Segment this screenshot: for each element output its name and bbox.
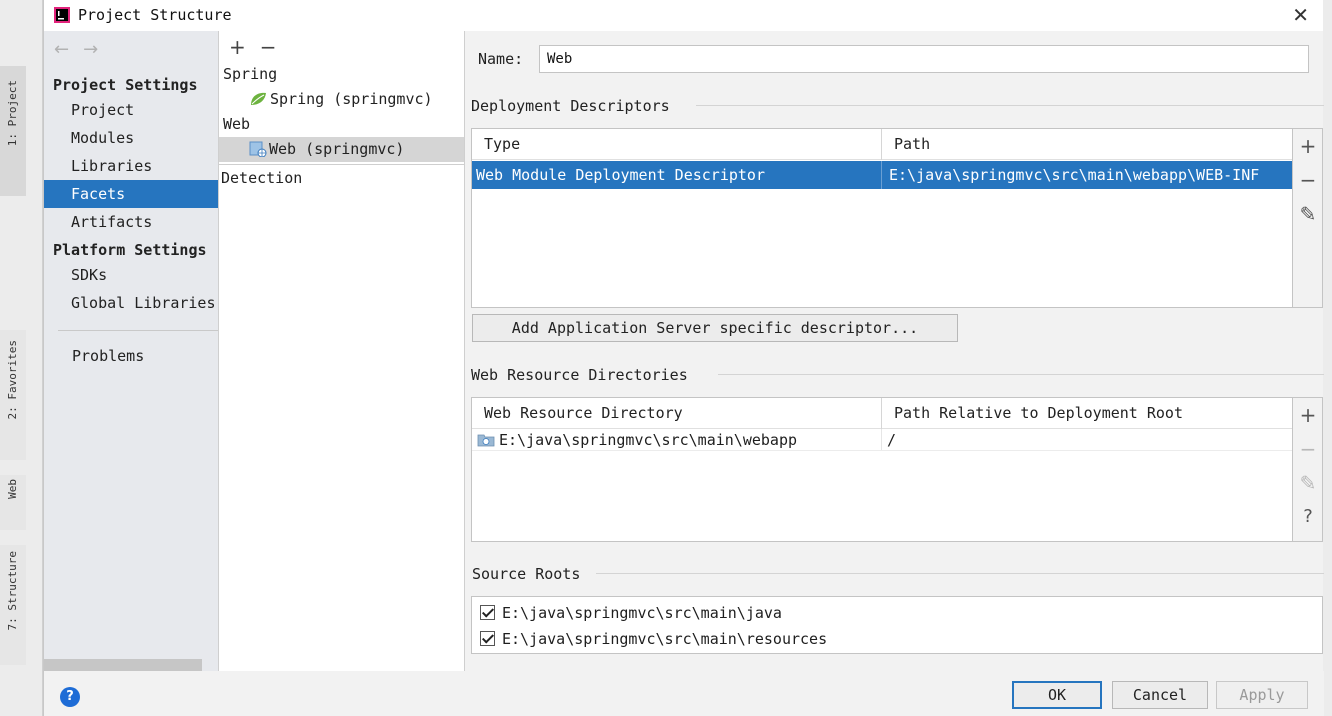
nav-item-libraries[interactable]: Libraries xyxy=(44,152,218,180)
facet-settings-panel: Name: Web Deployment Descriptors Type Pa… xyxy=(466,31,1324,671)
help-icon[interactable]: ? xyxy=(1293,502,1323,532)
forward-arrow-icon[interactable]: → xyxy=(83,39,98,60)
nav-header-platform-settings: Platform Settings xyxy=(53,241,207,259)
nav-item-problems[interactable]: Problems xyxy=(44,342,218,370)
nav-arrows: ← → xyxy=(54,39,112,60)
column-header-type[interactable]: Type xyxy=(472,129,520,160)
deployment-descriptors-toolbar: + − ✎ xyxy=(1293,128,1323,308)
tool-window-structure-label: 7: Structure xyxy=(6,551,19,631)
tree-item-spring-label: Spring (springmvc) xyxy=(270,90,433,108)
nav-item-global-libraries[interactable]: Global Libraries xyxy=(44,289,218,317)
descriptor-type-cell: Web Module Deployment Descriptor xyxy=(476,166,765,184)
table-header: Web Resource Directory Path Relative to … xyxy=(472,398,1292,429)
dialog-title: Project Structure xyxy=(78,6,232,24)
name-label: Name: xyxy=(478,50,524,68)
tree-group-web[interactable]: Web xyxy=(219,112,464,137)
nav-item-modules[interactable]: Modules xyxy=(44,124,218,152)
checkbox-checked-icon[interactable] xyxy=(480,631,495,646)
relative-path-cell: / xyxy=(887,431,897,449)
cancel-button[interactable]: Cancel xyxy=(1112,681,1208,709)
web-resource-directories-table: Web Resource Directory Path Relative to … xyxy=(471,397,1293,542)
nav-item-sdks[interactable]: SDKs xyxy=(44,261,218,289)
section-divider xyxy=(718,374,1324,375)
spring-leaf-icon xyxy=(251,92,266,105)
facets-tree: + − Spring Spring (springmvc) Web Web (sp… xyxy=(218,31,465,671)
help-icon[interactable]: ? xyxy=(60,687,80,707)
tool-window-favorites[interactable]: 2: Favorites xyxy=(0,330,26,460)
web-resource-dir-cell: E:\java\springmvc\src\main\webapp xyxy=(499,431,798,449)
web-resource-directories-title: Web Resource Directories xyxy=(471,366,688,384)
edit-descriptor-icon[interactable]: ✎ xyxy=(1293,199,1323,229)
add-facet-icon[interactable]: + xyxy=(229,35,246,59)
tool-window-web[interactable]: Web xyxy=(0,475,26,530)
column-separator xyxy=(881,429,882,450)
nav-item-facets[interactable]: Facets xyxy=(44,180,218,208)
tree-item-web[interactable]: Web (springmvc) xyxy=(219,137,464,162)
intellij-logo-icon xyxy=(54,7,70,23)
add-server-descriptor-button[interactable]: Add Application Server specific descript… xyxy=(472,314,958,342)
source-roots-list: E:\java\springmvc\src\main\java E:\java\… xyxy=(471,596,1323,654)
column-separator xyxy=(881,161,882,189)
source-root-path: E:\java\springmvc\src\main\java xyxy=(502,604,782,622)
tool-window-structure[interactable]: 7: Structure xyxy=(0,545,26,665)
apply-button[interactable]: Apply xyxy=(1216,681,1308,709)
add-descriptor-icon[interactable]: + xyxy=(1293,131,1323,161)
name-field[interactable]: Web xyxy=(539,45,1309,73)
tree-item-detection[interactable]: Detection xyxy=(219,166,464,191)
dialog-footer: ? OK Cancel Apply xyxy=(44,671,1324,716)
remove-facet-icon[interactable]: − xyxy=(260,35,277,59)
remove-web-resource-icon[interactable]: − xyxy=(1293,434,1323,464)
project-structure-dialog: Project Structure ✕ ← → Project Settings … xyxy=(43,0,1324,716)
section-divider xyxy=(596,573,1324,574)
settings-nav: ← → Project Settings Project Modules Libr… xyxy=(44,31,218,671)
tree-item-spring[interactable]: Spring (springmvc) xyxy=(219,87,464,112)
tree-toolbar: + − xyxy=(229,35,291,59)
column-header-web-resource-directory[interactable]: Web Resource Directory xyxy=(472,398,683,429)
deployment-descriptors-title: Deployment Descriptors xyxy=(471,97,670,115)
tree-group-spring[interactable]: Spring xyxy=(219,62,464,87)
remove-descriptor-icon[interactable]: − xyxy=(1293,165,1323,195)
edit-web-resource-icon[interactable]: ✎ xyxy=(1293,468,1323,498)
close-icon[interactable]: ✕ xyxy=(1292,3,1309,27)
nav-header-project-settings: Project Settings xyxy=(53,76,198,94)
nav-horizontal-scrollbar[interactable] xyxy=(44,659,202,671)
add-web-resource-icon[interactable]: + xyxy=(1293,400,1323,430)
source-root-item[interactable]: E:\java\springmvc\src\main\java xyxy=(480,600,782,626)
web-resource-toolbar: + − ✎ ? xyxy=(1293,397,1323,542)
ok-button[interactable]: OK xyxy=(1012,681,1102,709)
source-roots-title: Source Roots xyxy=(472,565,581,583)
nav-divider xyxy=(58,330,218,331)
table-row[interactable]: E:\java\springmvc\src\main\webapp / xyxy=(472,429,1292,451)
ide-tool-window-bar: 1: Project 2: Favorites Web 7: Structure xyxy=(0,0,43,716)
tool-window-web-label: Web xyxy=(6,479,19,499)
table-row[interactable]: Web Module Deployment Descriptor E:\java… xyxy=(472,161,1292,189)
source-root-item[interactable]: E:\java\springmvc\src\main\resources xyxy=(480,626,827,652)
section-divider xyxy=(696,105,1324,106)
web-folder-icon xyxy=(477,434,495,447)
tool-window-project[interactable]: 1: Project xyxy=(0,66,26,196)
nav-item-artifacts[interactable]: Artifacts xyxy=(44,208,218,236)
column-header-relative-path[interactable]: Path Relative to Deployment Root xyxy=(882,398,1183,429)
checkbox-checked-icon[interactable] xyxy=(480,605,495,620)
table-header: Type Path xyxy=(472,129,1292,160)
tool-window-project-label: 1: Project xyxy=(6,80,19,147)
tree-divider xyxy=(219,164,464,165)
tree-item-web-label: Web (springmvc) xyxy=(269,140,405,158)
title-bar: Project Structure ✕ xyxy=(44,0,1323,31)
web-facet-icon xyxy=(249,141,267,158)
nav-item-project[interactable]: Project xyxy=(44,96,218,124)
back-arrow-icon[interactable]: ← xyxy=(54,39,69,60)
descriptor-path-cell: E:\java\springmvc\src\main\webapp\WEB-IN… xyxy=(889,166,1260,184)
tool-window-favorites-label: 2: Favorites xyxy=(6,340,19,420)
source-root-path: E:\java\springmvc\src\main\resources xyxy=(502,630,828,648)
deployment-descriptors-table: Type Path Web Module Deployment Descript… xyxy=(471,128,1293,308)
column-header-path[interactable]: Path xyxy=(882,129,930,160)
